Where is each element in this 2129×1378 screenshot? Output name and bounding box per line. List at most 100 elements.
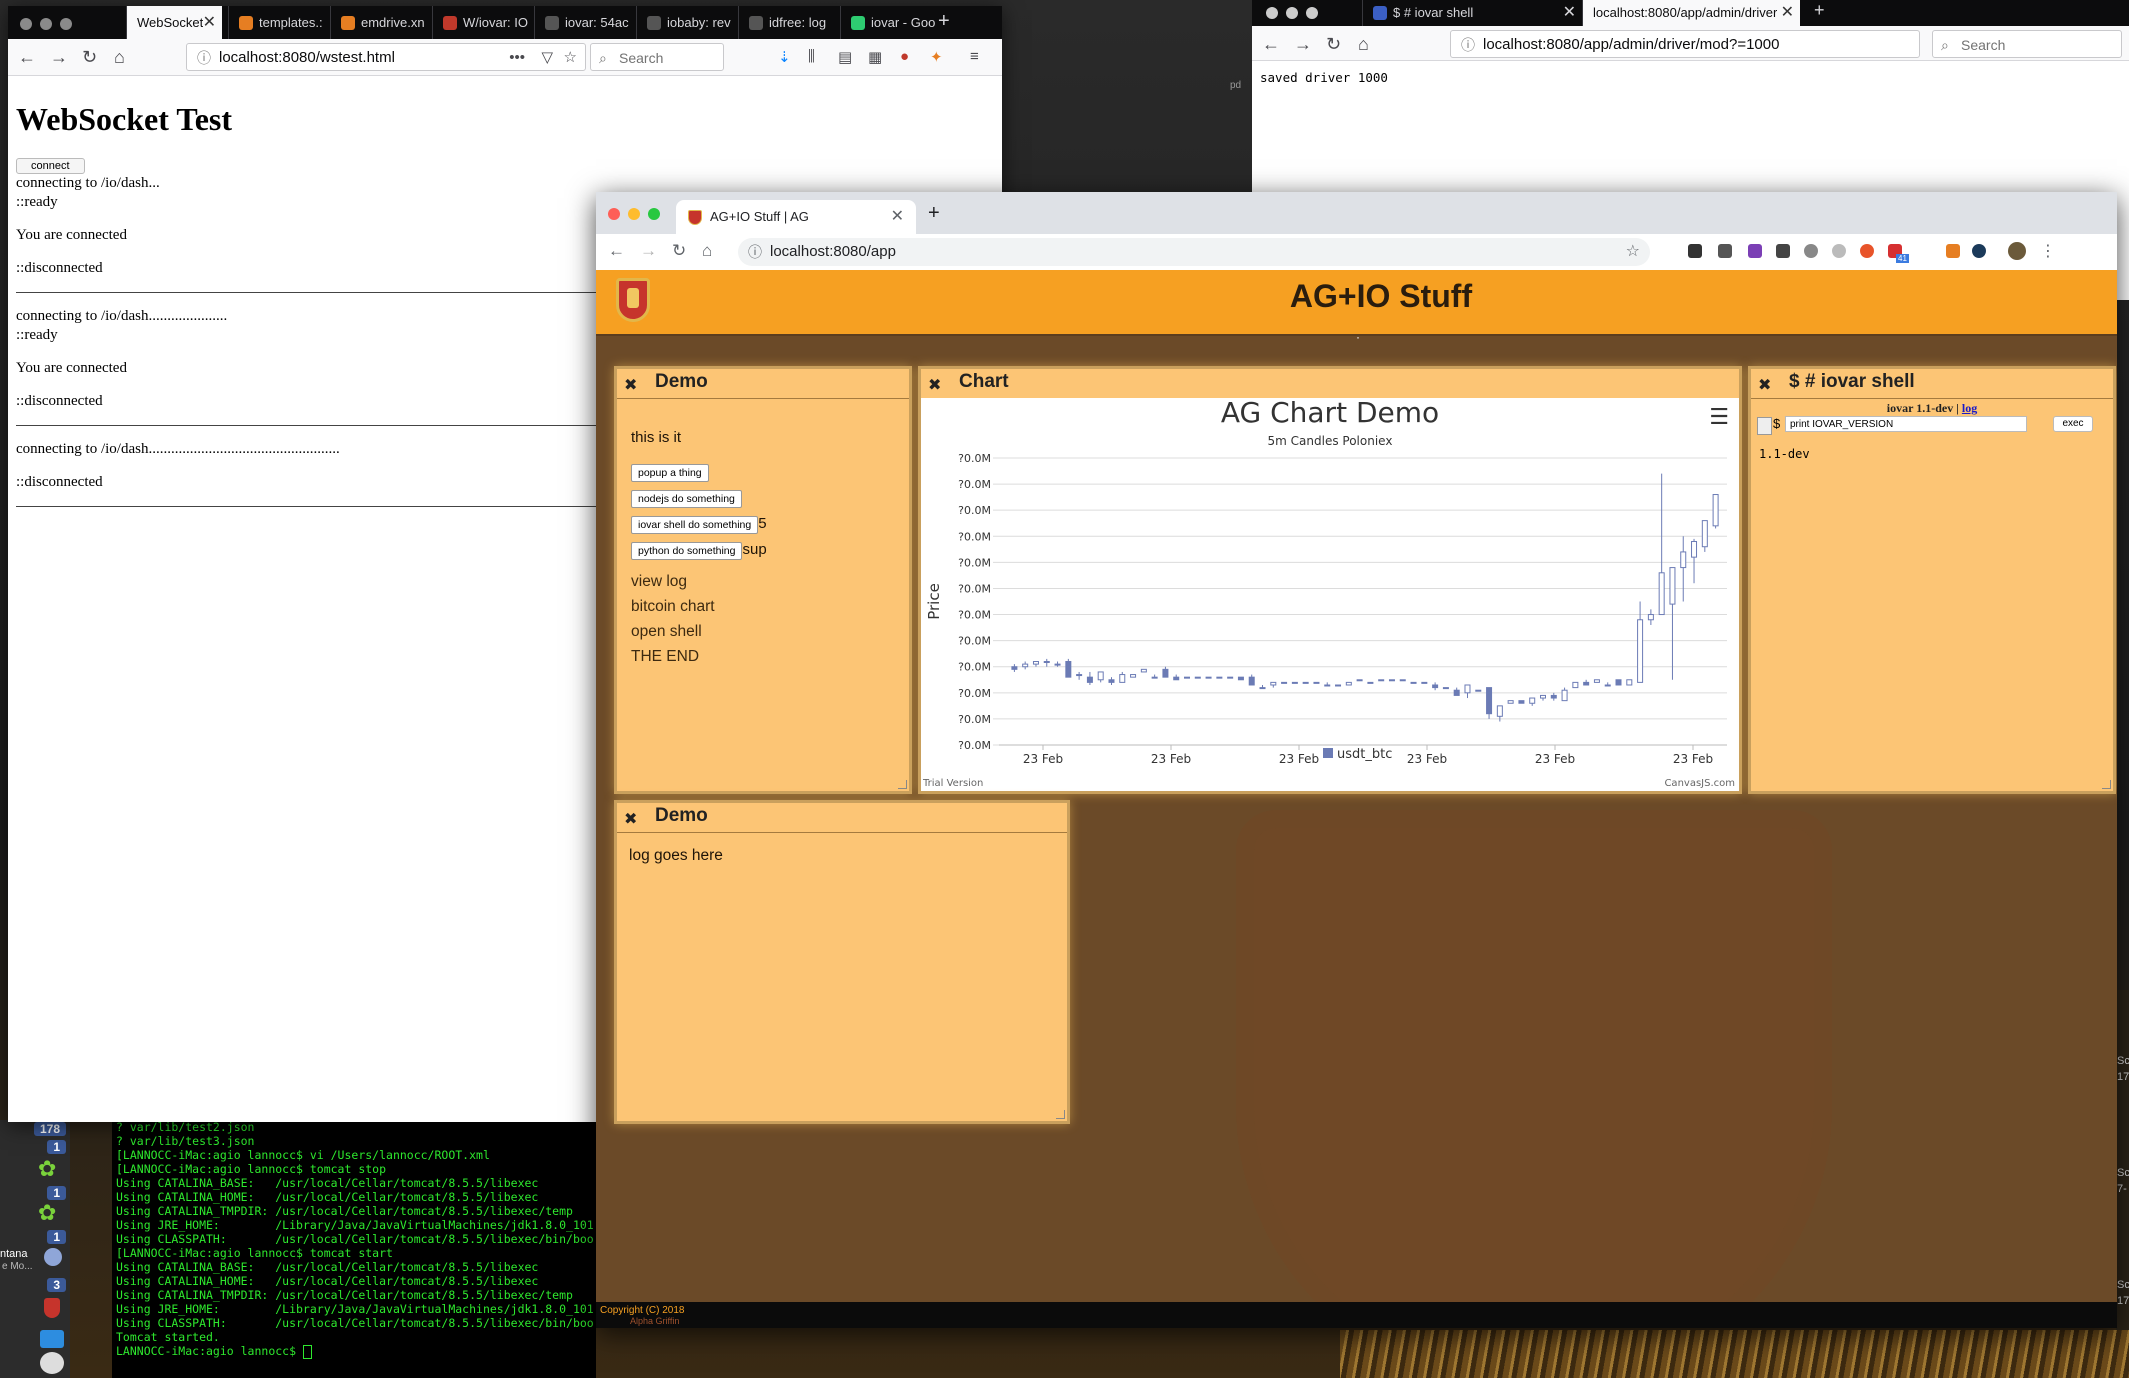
search-input[interactable]: ⌕ Search (1932, 30, 2122, 58)
extension-icon[interactable] (1804, 244, 1818, 258)
cloud-icon[interactable] (1832, 244, 1846, 258)
demo-action-button[interactable]: popup a thing (631, 464, 709, 482)
close-icon[interactable]: ✖ (1758, 375, 1771, 395)
new-tab-button[interactable]: + (928, 202, 940, 225)
demo-action-button[interactable]: iovar shell do something (631, 516, 759, 534)
new-tab-button[interactable]: + (1814, 0, 1825, 21)
home-icon[interactable]: ⌂ (1358, 34, 1369, 55)
close-icon[interactable]: ✖ (624, 375, 637, 395)
metamask-icon[interactable] (1946, 244, 1960, 258)
new-tab-button[interactable]: + (938, 10, 950, 33)
demo-link[interactable]: open shell (631, 623, 767, 648)
demo-action-button[interactable]: nodejs do something (631, 490, 742, 508)
shield-app-icon[interactable] (44, 1298, 60, 1318)
extension-icon[interactable] (1776, 244, 1790, 258)
demo-link[interactable]: THE END (631, 648, 767, 673)
url-bar[interactable]: ⓘ localhost:8080/wstest.html ••• ▽ ☆ (186, 43, 586, 71)
exec-button[interactable]: exec (2053, 416, 2093, 432)
reload-icon[interactable]: ↻ (82, 47, 97, 68)
extension-icon[interactable]: ▦ (868, 48, 882, 66)
close-icon[interactable]: ✕ (202, 6, 216, 39)
extension-icon[interactable] (1718, 244, 1732, 258)
shell-version-line: iovar 1.1-dev | log (1751, 401, 2113, 416)
resize-handle[interactable] (1056, 1110, 1065, 1119)
bookmark-star-icon[interactable]: ☆ (564, 44, 577, 72)
resize-handle[interactable] (2102, 780, 2111, 789)
back-icon[interactable]: ← (1262, 34, 1280, 55)
sidebar-icon[interactable]: ▤ (838, 48, 852, 66)
candle-body (1291, 681, 1298, 684)
tab-admin-driver[interactable]: localhost:8080/app/admin/driver/m ✕ (1582, 0, 1800, 26)
close-window-button[interactable] (1266, 7, 1278, 19)
resize-handle[interactable] (898, 780, 907, 789)
shell-log-link[interactable]: log (1962, 401, 1977, 415)
zoom-window-button[interactable] (1306, 7, 1318, 19)
browser-tab[interactable]: templates.: (228, 6, 330, 39)
browser-tab[interactable]: idfree: log (738, 6, 840, 39)
menu-icon[interactable]: ≡ (970, 48, 979, 65)
demo-action-button[interactable]: python do something (631, 542, 743, 560)
close-icon[interactable]: ✕ (891, 200, 904, 234)
minimize-window-button[interactable] (628, 208, 640, 220)
browser-tab[interactable]: iovar - Goo (840, 6, 942, 39)
close-icon[interactable]: ✕ (1776, 0, 1794, 26)
search-input[interactable]: ⌕ Search (590, 43, 724, 71)
back-icon[interactable]: ← (18, 47, 36, 68)
close-icon[interactable]: ✖ (624, 809, 637, 829)
home-icon[interactable]: ⌂ (114, 47, 125, 68)
library-icon[interactable]: ⫼ (808, 48, 815, 65)
zoom-window-button[interactable] (60, 18, 72, 30)
home-icon[interactable]: ⌂ (702, 241, 712, 261)
browser-tab[interactable]: W/iovar: IO (432, 6, 534, 39)
app-icon[interactable] (44, 1248, 62, 1266)
browser-tab[interactable]: iovar: 54ac (534, 6, 636, 39)
avatar[interactable] (2008, 242, 2026, 260)
avatar[interactable] (40, 1352, 64, 1374)
reload-icon[interactable]: ↻ (1326, 34, 1341, 55)
demo-link[interactable]: view log (631, 573, 767, 598)
candle-body (1324, 684, 1331, 687)
tab-iovar-shell[interactable]: $ # iovar shell ✕ (1362, 0, 1582, 26)
back-icon[interactable]: ← (608, 241, 625, 261)
close-window-button[interactable] (20, 18, 32, 30)
chart-menu-icon[interactable]: ☰ (1709, 404, 1729, 430)
candle-body (1712, 494, 1719, 527)
twitter-app-icon[interactable] (40, 1330, 64, 1348)
demo-link[interactable]: bitcoin chart (631, 598, 767, 623)
download-icon[interactable]: ⇣ (778, 48, 791, 66)
reload-icon[interactable]: ↻ (672, 241, 686, 261)
forward-icon[interactable]: → (640, 241, 657, 261)
more-vert-icon[interactable]: ⋮ (2040, 241, 2056, 261)
flower-app-icon[interactable]: ✿ (38, 1158, 60, 1180)
close-icon[interactable]: ✖ (928, 375, 941, 395)
browser-tab[interactable]: WebSocket ✕ (126, 6, 222, 39)
close-window-button[interactable] (608, 208, 620, 220)
info-icon: ⓘ (197, 50, 211, 66)
browser-tab[interactable]: emdrive.xn (330, 6, 432, 39)
tab-ag-io-stuff[interactable]: AG+IO Stuff | AG ✕ (676, 200, 916, 234)
music-icon[interactable] (1748, 244, 1762, 258)
url-bar[interactable]: ⓘ localhost:8080/app ☆ (738, 238, 1650, 266)
close-icon[interactable]: ✕ (1563, 0, 1576, 26)
minimize-window-button[interactable] (40, 18, 52, 30)
terminal-window[interactable]: ? var/lib/test2.json? var/lib/test3.json… (112, 1120, 596, 1378)
zoom-window-button[interactable] (648, 208, 660, 220)
adblock-icon[interactable]: ● (900, 48, 909, 65)
page-actions-icon[interactable]: ••• (509, 44, 525, 72)
canvasjs-credit: CanvasJS.com (1664, 778, 1735, 789)
extension-icon[interactable] (1860, 244, 1874, 258)
extension-icon[interactable] (1972, 244, 1986, 258)
pocket-icon[interactable]: ▽ (541, 44, 553, 72)
browser-tab[interactable]: iobaby: rev (636, 6, 738, 39)
connect-button[interactable]: connect (16, 158, 85, 174)
forward-icon[interactable]: → (1294, 34, 1312, 55)
shell-command-input[interactable]: print IOVAR_VERSION (1785, 416, 2027, 432)
forward-icon[interactable]: → (50, 47, 68, 68)
minimize-window-button[interactable] (1286, 7, 1298, 19)
bookmark-star-icon[interactable]: ☆ (1626, 238, 1640, 266)
url-bar[interactable]: ⓘ localhost:8080/app/admin/driver/mod?=1… (1450, 30, 1920, 58)
x-tick-label: 23 Feb (1673, 752, 1713, 766)
extension-icon[interactable] (1688, 244, 1702, 258)
flower-app-icon[interactable]: ✿ (38, 1202, 60, 1224)
extension-icon[interactable]: ✦ (930, 48, 943, 66)
